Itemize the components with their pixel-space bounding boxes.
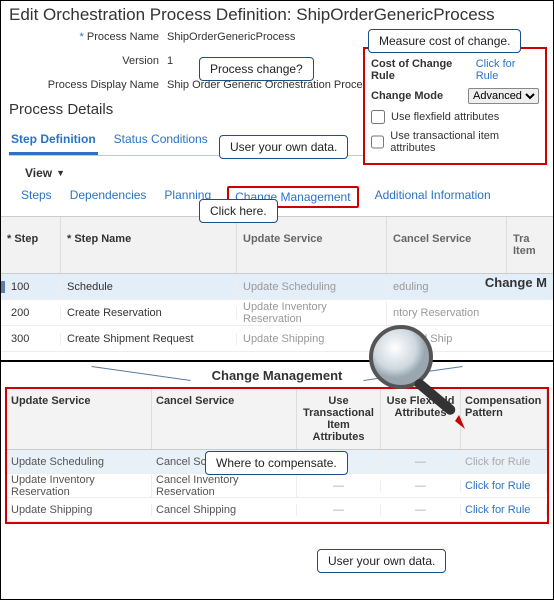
subtab-additional-info[interactable]: Additional Information bbox=[373, 186, 493, 208]
subtab-dependencies[interactable]: Dependencies bbox=[68, 186, 149, 208]
cell-cancel: Cancel Shipping bbox=[152, 504, 297, 516]
grid-super-header: Change M bbox=[485, 275, 547, 290]
cell-flex: — bbox=[381, 480, 461, 492]
cell-update: Update Inventory Reservation bbox=[7, 474, 152, 498]
callout-measure: Measure cost of change. bbox=[368, 29, 521, 53]
version-label: Version bbox=[9, 55, 159, 67]
tab-step-definition[interactable]: Step Definition bbox=[9, 126, 98, 155]
cell-cancel: Cancel Inventory Reservation bbox=[152, 474, 297, 498]
flexfield-checkbox-row[interactable]: Use flexfield attributes bbox=[369, 107, 541, 127]
cell-cancel-service: ntory Reservation bbox=[387, 307, 553, 319]
magnifier-icon bbox=[359, 319, 479, 442]
transactional-checkbox[interactable] bbox=[371, 135, 384, 149]
change-mode-label: Change Mode bbox=[371, 90, 443, 102]
cell-step-name: Create Reservation bbox=[61, 307, 237, 319]
change-config-panel: Cost of Change Rule Click for Rule Chang… bbox=[363, 47, 547, 165]
col-update-service-2: Update Service bbox=[7, 389, 152, 449]
grid-header-row: * Step * Step Name Update Service Cancel… bbox=[1, 217, 553, 274]
view-menu[interactable]: View ▼ bbox=[25, 166, 553, 180]
cell-update-service: Update Scheduling bbox=[237, 281, 387, 293]
cell-step-name: Create Shipment Request bbox=[61, 333, 237, 345]
view-label: View bbox=[25, 166, 52, 180]
table-row[interactable]: 100ScheduleUpdate Schedulingeduling bbox=[1, 274, 553, 300]
col-cancel-service-2: Cancel Service bbox=[152, 389, 297, 449]
page-title: Edit Orchestration Process Definition: S… bbox=[1, 1, 553, 29]
subtab-steps[interactable]: Steps bbox=[19, 186, 54, 208]
cell-tia: — bbox=[297, 480, 381, 492]
table-row[interactable]: Update ShippingCancel Shipping——Click fo… bbox=[7, 498, 547, 522]
cell-step: 300 bbox=[1, 333, 61, 345]
cost-rule-label: Cost of Change Rule bbox=[371, 58, 476, 82]
change-mode-select[interactable]: Advanced bbox=[468, 88, 539, 104]
cell-flex: — bbox=[381, 456, 461, 468]
process-name-value: ShipOrderGenericProcess bbox=[167, 31, 295, 43]
cell-step-name: Schedule bbox=[61, 281, 237, 293]
col-cancel-service: Cancel Service bbox=[387, 217, 507, 273]
version-value: 1 bbox=[167, 55, 173, 67]
cell-tia: — bbox=[297, 504, 381, 516]
process-name-label: Process Name bbox=[9, 31, 159, 43]
col-step-name: * Step Name bbox=[61, 217, 237, 273]
callout-process-change: Process change? bbox=[199, 57, 314, 81]
callout-own-data-1: User your own data. bbox=[219, 135, 348, 159]
col-step: * Step bbox=[1, 217, 61, 273]
table-row[interactable]: Update Inventory ReservationCancel Inven… bbox=[7, 474, 547, 498]
cell-step: 200 bbox=[1, 307, 61, 319]
callout-own-data-2: User your own data. bbox=[317, 549, 446, 573]
compensation-link[interactable]: Click for Rule bbox=[461, 480, 547, 492]
flexfield-checkbox[interactable] bbox=[371, 110, 385, 124]
callout-where-compensate: Where to compensate. bbox=[205, 451, 348, 475]
callout-click-here: Click here. bbox=[199, 199, 278, 223]
cell-flex: — bbox=[381, 504, 461, 516]
display-name-label: Process Display Name bbox=[9, 79, 159, 91]
flexfield-label: Use flexfield attributes bbox=[391, 111, 499, 123]
col-update-service: Update Service bbox=[237, 217, 387, 273]
cost-rule-link[interactable]: Click for Rule bbox=[476, 58, 539, 82]
cell-step: 100 bbox=[1, 281, 61, 293]
transactional-label: Use transactional item attributes bbox=[390, 130, 539, 154]
cell-update: Update Scheduling bbox=[7, 456, 152, 468]
chevron-down-icon: ▼ bbox=[56, 168, 65, 178]
col-tra-item: TraItem bbox=[507, 217, 553, 273]
compensation-link[interactable]: Click for Rule bbox=[461, 504, 547, 516]
cell-update: Update Shipping bbox=[7, 504, 152, 516]
tab-status-conditions[interactable]: Status Conditions bbox=[112, 126, 210, 155]
transactional-checkbox-row[interactable]: Use transactional item attributes bbox=[369, 127, 541, 157]
compensation-link: Click for Rule bbox=[461, 456, 547, 468]
